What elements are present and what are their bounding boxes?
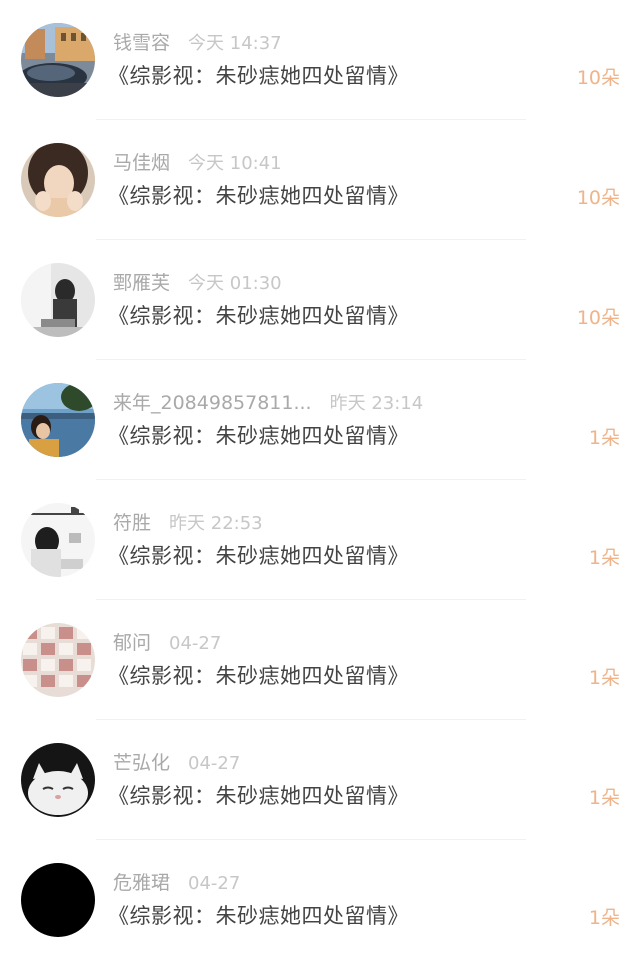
avatar-lake-photo-icon [21, 383, 95, 457]
avatar-city-street-photo-icon [21, 23, 95, 97]
avatar[interactable] [21, 863, 95, 937]
list-item[interactable]: 来年_20849857811... 昨天 23:14 《综影视：朱砂痣她四处留情》… [0, 360, 640, 480]
book-title[interactable]: 《综影视：朱砂痣她四处留情》 [108, 180, 409, 212]
user-name[interactable]: 符胜 [113, 510, 151, 536]
list-item[interactable]: 危雅珺 04-27 《综影视：朱砂痣她四处留情》 1朵 [0, 840, 640, 960]
user-name[interactable]: 马佳烟 [113, 150, 170, 176]
avatar[interactable] [21, 263, 95, 337]
list-item[interactable]: 鄄雁芙 今天 01:30 《综影视：朱砂痣她四处留情》 10朵 [0, 240, 640, 360]
avatar[interactable] [21, 503, 95, 577]
list-item[interactable]: 郁问 04-27 《综影视：朱砂痣她四处留情》 1朵 [0, 600, 640, 720]
timestamp: 今天 10:41 [188, 153, 282, 174]
user-name[interactable]: 钱雪容 [113, 30, 170, 56]
avatar[interactable] [21, 143, 95, 217]
avatar[interactable] [21, 383, 95, 457]
avatar[interactable] [21, 23, 95, 97]
timestamp: 04-27 [169, 633, 222, 654]
flower-count: 10朵 [576, 187, 620, 209]
meta-line: 郁问 04-27 [113, 630, 221, 656]
flower-count: 10朵 [576, 67, 620, 89]
timestamp: 昨天 22:53 [169, 513, 263, 534]
meta-line: 符胜 昨天 22:53 [113, 510, 263, 536]
book-title[interactable]: 《综影视：朱砂痣她四处留情》 [108, 900, 409, 932]
avatar-girl-portrait-icon [21, 143, 95, 217]
avatar[interactable] [21, 623, 95, 697]
list-item[interactable]: 符胜 昨天 22:53 《综影视：朱砂痣她四处留情》 1朵 [0, 480, 640, 600]
meta-line: 危雅珺 04-27 [113, 870, 240, 896]
avatar-grayscale-girl-icon [21, 263, 95, 337]
meta-line: 钱雪容 今天 14:37 [113, 30, 282, 56]
list-item[interactable]: 芒弘化 04-27 《综影视：朱砂痣她四处留情》 1朵 [0, 720, 640, 840]
book-title[interactable]: 《综影视：朱砂痣她四处留情》 [108, 780, 409, 812]
book-title[interactable]: 《综影视：朱砂痣她四处留情》 [108, 60, 409, 92]
meta-line: 芒弘化 04-27 [113, 750, 240, 776]
flower-count: 1朵 [588, 547, 620, 569]
flower-count: 1朵 [588, 787, 620, 809]
list-item[interactable]: 马佳烟 今天 10:41 《综影视：朱砂痣她四处留情》 10朵 [0, 120, 640, 240]
user-name[interactable]: 芒弘化 [113, 750, 170, 776]
book-title[interactable]: 《综影视：朱砂痣她四处留情》 [108, 660, 409, 692]
timestamp: 今天 01:30 [188, 273, 282, 294]
gift-record-list: 钱雪容 今天 14:37 《综影视：朱砂痣她四处留情》 10朵 马佳烟 今天 10:… [0, 0, 640, 957]
user-name[interactable]: 来年_20849857811... [113, 390, 312, 416]
timestamp: 04-27 [188, 873, 241, 894]
avatar-pattern-tiles-icon [21, 623, 95, 697]
avatar-black-circle-icon [21, 863, 95, 937]
flower-count: 10朵 [576, 307, 620, 329]
timestamp: 昨天 23:14 [329, 393, 424, 414]
book-title[interactable]: 《综影视：朱砂痣她四处留情》 [108, 420, 409, 452]
flower-count: 1朵 [588, 907, 620, 929]
list-item[interactable]: 钱雪容 今天 14:37 《综影视：朱砂痣她四处留情》 10朵 [0, 0, 640, 120]
timestamp: 今天 14:37 [188, 33, 282, 54]
flower-count: 1朵 [588, 667, 620, 689]
meta-line: 来年_20849857811... 昨天 23:14 [113, 390, 423, 416]
book-title[interactable]: 《综影视：朱砂痣她四处留情》 [108, 300, 409, 332]
avatar-white-cat-icon [21, 743, 95, 817]
avatar-sketch-girl-icon [21, 503, 95, 577]
meta-line: 鄄雁芙 今天 01:30 [113, 270, 282, 296]
timestamp: 04-27 [188, 753, 241, 774]
user-name[interactable]: 鄄雁芙 [113, 270, 170, 296]
user-name[interactable]: 危雅珺 [113, 870, 170, 896]
meta-line: 马佳烟 今天 10:41 [113, 150, 282, 176]
user-name[interactable]: 郁问 [113, 630, 151, 656]
avatar[interactable] [21, 743, 95, 817]
flower-count: 1朵 [588, 427, 620, 449]
book-title[interactable]: 《综影视：朱砂痣她四处留情》 [108, 540, 409, 572]
